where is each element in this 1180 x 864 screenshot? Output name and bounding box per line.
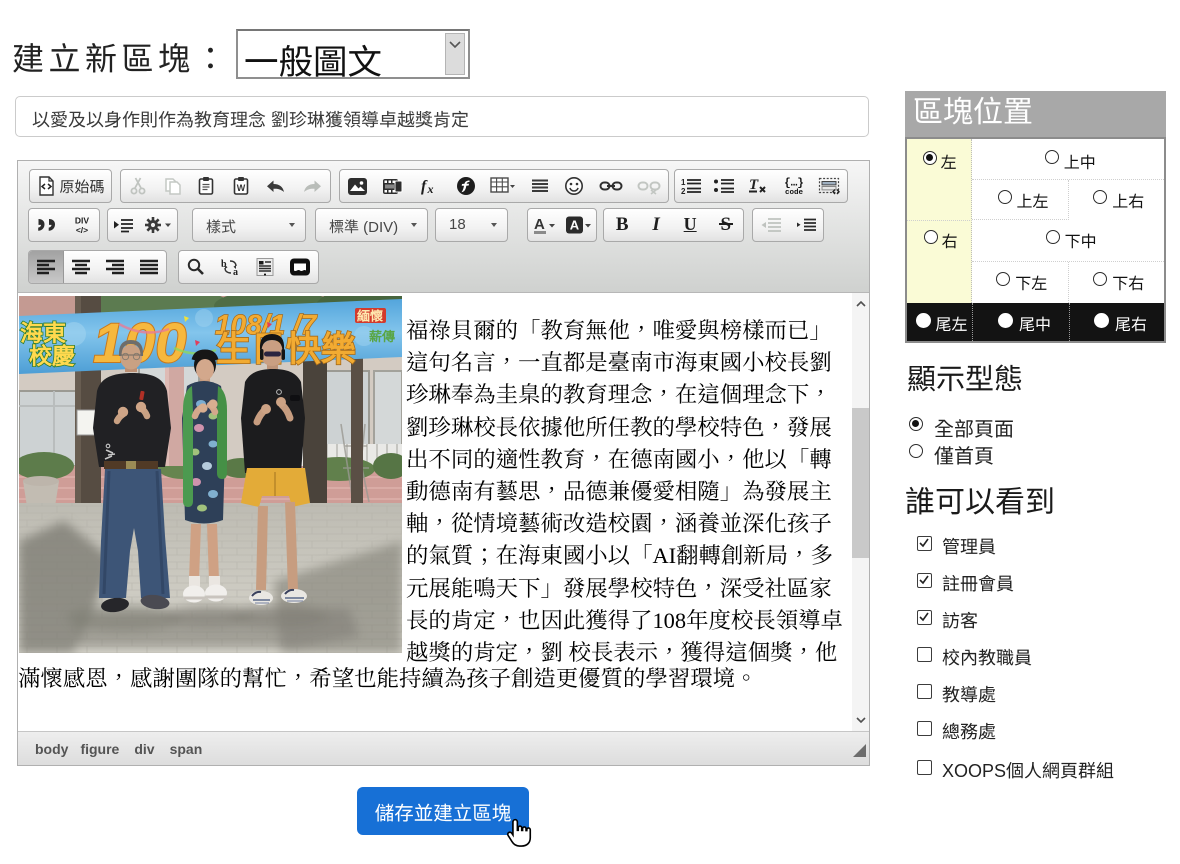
svg-text:薪傳: 薪傳 (369, 326, 395, 345)
svg-text:DIV: DIV (74, 215, 89, 225)
svg-text:生日快樂: 生日快樂 (216, 321, 356, 372)
svg-text:</>: </> (75, 225, 87, 235)
svg-text:緬懷: 緬懷 (357, 305, 383, 324)
svg-text:1: 1 (681, 178, 686, 187)
svg-text:W: W (236, 183, 245, 193)
svg-text:A: A (534, 216, 545, 233)
svg-text:校慶: 校慶 (29, 337, 75, 371)
svg-text:{…}: {…} (784, 178, 804, 190)
svg-text:A: A (569, 217, 579, 232)
svg-text:x: x (426, 182, 433, 196)
svg-text:2: 2 (681, 187, 686, 196)
svg-text:b: b (221, 259, 227, 270)
svg-text:code: code (785, 189, 804, 196)
